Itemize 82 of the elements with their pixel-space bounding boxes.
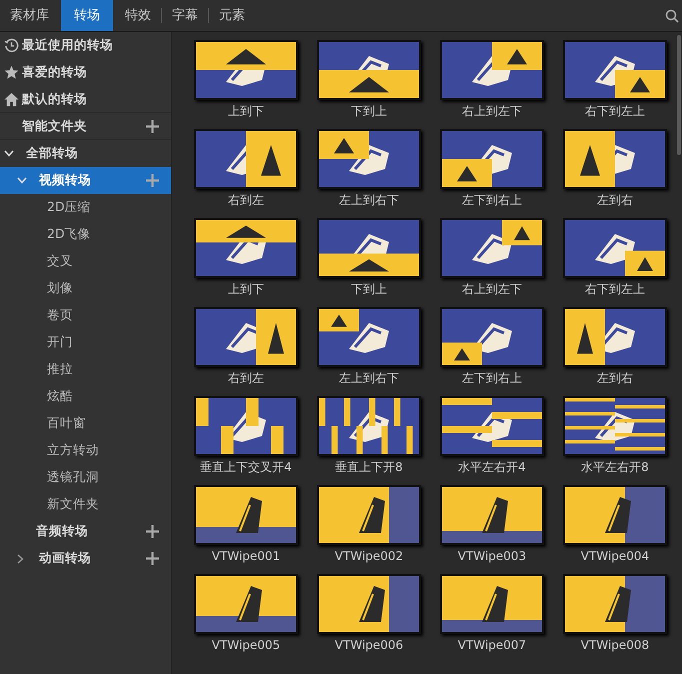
sidebar-item[interactable]: 动画转场 xyxy=(0,545,171,572)
item-label: 开门 xyxy=(47,333,73,352)
transition-label[interactable]: 上到下 xyxy=(228,103,264,119)
sidebar-item[interactable]: 音频转场 xyxy=(0,518,171,545)
tab[interactable]: 字幕 xyxy=(162,0,208,31)
transition-label[interactable]: VTWipe001 xyxy=(212,548,280,564)
house-icon xyxy=(4,92,19,106)
item-label: 全部转场 xyxy=(26,144,78,162)
transition-label[interactable]: 右下到左上 xyxy=(585,281,645,297)
sidebar-item[interactable]: 交叉 xyxy=(0,248,171,275)
item-label: 喜爱的转场 xyxy=(22,63,87,82)
sidebar-item[interactable]: 最近使用的转场 xyxy=(0,32,171,59)
sidebar-item[interactable]: 默认的转场 xyxy=(0,86,171,113)
chevron-right-icon[interactable] xyxy=(17,554,24,564)
sidebar-item[interactable]: 2D飞像 xyxy=(0,221,171,248)
sidebar-item[interactable]: 2D压缩 xyxy=(0,194,171,221)
transition-label[interactable]: 水平左右开8 xyxy=(581,459,649,475)
sidebar-item[interactable]: 喜爱的转场 xyxy=(0,59,171,86)
transition-label[interactable]: VTWipe007 xyxy=(458,637,526,653)
transition-label[interactable]: VTWipe005 xyxy=(212,637,280,653)
transition-label[interactable]: 右上到左下 xyxy=(462,103,522,119)
transition-label[interactable]: 右上到左下 xyxy=(462,281,522,297)
transition-label[interactable]: 上到下 xyxy=(228,281,264,297)
scrollbar[interactable] xyxy=(677,35,681,155)
transition-label[interactable]: 左上到右下 xyxy=(339,192,399,208)
sidebar-item[interactable]: 开门 xyxy=(0,329,171,356)
item-label: 百叶窗 xyxy=(47,414,86,432)
sidebar-item[interactable]: 透镜孔洞 xyxy=(0,464,171,491)
item-label: 视频转场 xyxy=(39,171,91,190)
transition-label[interactable]: VTWipe006 xyxy=(334,637,404,653)
sidebar-item[interactable]: 立方转动 xyxy=(0,437,171,464)
clock-icon xyxy=(4,38,19,53)
item-label: 立方转动 xyxy=(47,441,99,460)
transition-label[interactable]: 左上到右下 xyxy=(339,370,399,386)
transition-label[interactable]: VTWipe003 xyxy=(458,548,526,564)
item-label: 默认的转场 xyxy=(22,90,87,108)
add-icon[interactable] xyxy=(146,552,159,565)
item-label: 2D压缩 xyxy=(47,198,91,216)
star-icon xyxy=(4,65,19,80)
transition-label[interactable]: 右到左 xyxy=(228,370,264,386)
item-label: 最近使用的转场 xyxy=(22,36,113,54)
sidebar-item[interactable]: 推拉 xyxy=(0,356,171,383)
transition-label[interactable]: 左到右 xyxy=(597,370,633,386)
sidebar-item[interactable]: 智能文件夹 xyxy=(0,113,171,140)
transition-label[interactable]: 下到上 xyxy=(351,281,387,297)
transition-label[interactable]: VTWipe002 xyxy=(334,548,404,564)
transition-label[interactable]: 右下到左上 xyxy=(585,103,645,119)
transition-label[interactable]: 垂直上下开8 xyxy=(335,459,403,475)
chevron-down-icon[interactable] xyxy=(4,150,14,157)
search-icon[interactable] xyxy=(665,8,679,22)
sidebar-item[interactable]: 卷页 xyxy=(0,302,171,329)
tab[interactable]: 素材库 xyxy=(0,0,59,31)
transition-label[interactable]: 垂直上下交叉开4 xyxy=(200,459,292,475)
transition-label[interactable]: 左到右 xyxy=(597,192,633,208)
tab[interactable]: 转场 xyxy=(61,0,113,31)
item-label: 划像 xyxy=(47,279,73,298)
sidebar-item[interactable]: 划像 xyxy=(0,275,171,302)
transition-label[interactable]: VTWipe008 xyxy=(580,637,650,653)
item-label: 2D飞像 xyxy=(47,225,91,244)
sidebar-item[interactable]: 炫酷 xyxy=(0,383,171,410)
add-icon[interactable] xyxy=(146,525,159,538)
item-label: 动画转场 xyxy=(39,549,91,568)
item-label: 音频转场 xyxy=(36,522,88,540)
item-label: 透镜孔洞 xyxy=(47,468,99,486)
transition-label[interactable]: 左下到右上 xyxy=(462,370,522,386)
sidebar-item[interactable]: 全部转场 xyxy=(0,140,171,167)
transition-label[interactable]: 水平左右开4 xyxy=(458,459,526,475)
sidebar-item[interactable]: 百叶窗 xyxy=(0,410,171,437)
transition-label[interactable]: VTWipe004 xyxy=(580,548,650,564)
item-label: 交叉 xyxy=(47,252,73,270)
item-label: 炫酷 xyxy=(47,387,73,406)
transition-label[interactable]: 右到左 xyxy=(228,192,264,208)
item-label: 新文件夹 xyxy=(47,495,99,514)
tab[interactable]: 元素 xyxy=(209,0,255,31)
tab[interactable]: 特效 xyxy=(115,0,161,31)
item-label: 推拉 xyxy=(47,360,73,378)
item-label: 智能文件夹 xyxy=(22,116,87,135)
sidebar-item[interactable]: 新文件夹 xyxy=(0,491,171,518)
transition-label[interactable]: 下到上 xyxy=(351,103,387,119)
item-label: 卷页 xyxy=(47,306,73,324)
transition-label[interactable]: 左下到右上 xyxy=(462,192,522,208)
add-icon[interactable] xyxy=(146,120,159,132)
